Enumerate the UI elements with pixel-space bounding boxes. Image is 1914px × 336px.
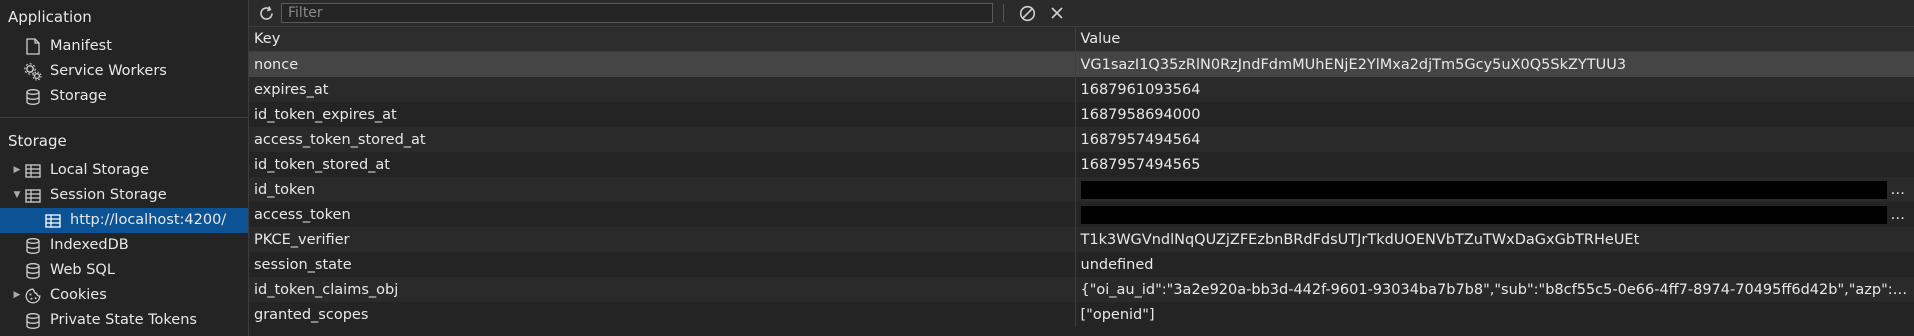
sidebar-item-label: Web SQL [50, 262, 115, 278]
toolbar [249, 0, 1914, 27]
sidebar-item-cookies[interactable]: ▶ Cookies [0, 283, 248, 308]
value-cell[interactable]: 1687957494564 [1074, 127, 1914, 152]
sidebar-item-local-storage[interactable]: ▶ Local Storage [0, 158, 248, 183]
refresh-button[interactable] [253, 0, 279, 26]
sidebar-divider [0, 117, 248, 118]
key-cell[interactable]: nonce [249, 51, 1075, 77]
table-row[interactable]: id_token … [249, 177, 1914, 202]
chevron-right-icon[interactable]: ▶ [10, 283, 24, 308]
sidebar-item-label: Private State Tokens [50, 312, 197, 328]
close-icon [1051, 7, 1063, 19]
database-icon [24, 262, 42, 280]
document-icon [24, 38, 42, 56]
table-icon [44, 212, 62, 230]
key-cell[interactable]: expires_at [249, 77, 1075, 102]
redaction-bar [1080, 180, 1887, 199]
redacted-value: … [1080, 177, 1910, 202]
key-cell[interactable]: id_token_stored_at [249, 152, 1075, 177]
sidebar-item-label: IndexedDB [50, 237, 129, 253]
table-body: nonce VG1sazI1Q35zRlN0RzJndFdmMUhENjE2YlM… [249, 51, 1914, 327]
refresh-icon [259, 5, 273, 20]
table-row[interactable]: id_token_expires_at 1687958694000 [249, 102, 1914, 127]
sidebar-item-storage-overview[interactable]: Storage [0, 84, 248, 109]
table-row[interactable]: access_token … [249, 202, 1914, 227]
sidebar-item-label: Cookies [50, 287, 107, 303]
key-cell[interactable]: granted_scopes [249, 302, 1075, 327]
value-cell[interactable]: 1687958694000 [1074, 102, 1914, 127]
sidebar-item-private-state-tokens[interactable]: Private State Tokens [0, 308, 248, 333]
table-icon [24, 187, 42, 205]
key-cell[interactable]: id_token_claims_obj [249, 277, 1075, 302]
ellipsis: … [1890, 181, 1906, 198]
value-cell[interactable]: 1687961093564 [1074, 77, 1914, 102]
value-column-header[interactable]: Value [1074, 27, 1914, 52]
key-cell[interactable]: id_token [249, 177, 1075, 202]
key-cell[interactable]: PKCE_verifier [249, 227, 1075, 252]
sidebar-item-label: http://localhost:4200/ [70, 212, 227, 228]
sidebar-item-indexeddb[interactable]: IndexedDB [0, 233, 248, 258]
chevron-right-icon[interactable]: ▶ [10, 158, 24, 183]
value-cell[interactable]: undefined [1074, 252, 1914, 277]
key-cell[interactable]: access_token_stored_at [249, 127, 1075, 152]
table-row[interactable]: id_token_stored_at 1687957494565 [249, 152, 1914, 177]
table-row[interactable]: nonce VG1sazI1Q35zRlN0RzJndFdmMUhENjE2YlM… [249, 51, 1914, 77]
value-cell[interactable]: {"oi_au_id":"3a2e920a-bb3d-442f-9601-930… [1074, 277, 1914, 302]
value-cell[interactable]: … [1074, 202, 1914, 227]
table-row[interactable]: expires_at 1687961093564 [249, 77, 1914, 102]
sidebar-item-service-workers[interactable]: Service Workers [0, 59, 248, 84]
ellipsis: … [1890, 206, 1906, 223]
storage-panel: Key Value nonceVG1sazI1Q35zRlN0RzJndFdmM… [249, 0, 1914, 336]
sidebar-item-label: Storage [50, 88, 107, 104]
sidebar-item-web-sql[interactable]: Web SQL [0, 258, 248, 283]
clear-all-button[interactable] [1014, 0, 1040, 26]
value-cell[interactable]: … [1074, 177, 1914, 202]
gears-icon [24, 62, 42, 81]
storage-table: Key Value nonce VG1sazI1Q35zRlN0RzJndFdmM… [249, 27, 1914, 327]
table-row[interactable]: session_state undefined [249, 252, 1914, 277]
sidebar-item-manifest[interactable]: Manifest [0, 34, 248, 59]
database-icon [24, 312, 42, 330]
sidebar: Application Manifest Service Workers Sto… [0, 0, 249, 336]
toolbar-separator [1003, 4, 1004, 22]
application-section-title: Application [8, 8, 92, 26]
storage-section-title: Storage [8, 132, 67, 150]
value-cell[interactable]: VG1sazI1Q35zRlN0RzJndFdmMUhENjE2YlMxa2dj… [1074, 51, 1914, 77]
sidebar-item-label: Local Storage [50, 162, 149, 178]
cookie-icon [24, 287, 42, 305]
sidebar-item-session-storage[interactable]: ▼ Session Storage [0, 183, 248, 208]
sidebar-item-localhost-origin[interactable]: http://localhost:4200/ [0, 208, 248, 233]
block-icon [1019, 5, 1035, 21]
table-icon [24, 162, 42, 180]
key-cell[interactable]: session_state [249, 252, 1075, 277]
table-row[interactable]: access_token_stored_at 1687957494564 [249, 127, 1914, 152]
database-icon [24, 88, 42, 106]
table-row[interactable]: PKCE_verifier T1k3WGVndlNqQUZjZFEzbnBRdFd… [249, 227, 1914, 252]
filter-input[interactable] [281, 3, 993, 23]
redaction-bar [1080, 205, 1887, 224]
chevron-down-icon[interactable]: ▼ [10, 183, 24, 208]
database-icon [24, 237, 42, 255]
sidebar-item-label: Service Workers [50, 63, 167, 79]
delete-selected-button[interactable] [1044, 0, 1070, 26]
sidebar-item-label: Manifest [50, 38, 112, 54]
key-column-header[interactable]: Key [249, 27, 1075, 52]
redacted-value: … [1080, 202, 1910, 227]
sidebar-item-label: Session Storage [50, 187, 167, 203]
table-row[interactable]: granted_scopes ["openid"] [249, 302, 1914, 327]
key-cell[interactable]: id_token_expires_at [249, 102, 1075, 127]
key-cell[interactable]: access_token [249, 202, 1075, 227]
value-cell[interactable]: 1687957494565 [1074, 152, 1914, 177]
value-cell[interactable]: ["openid"] [1074, 302, 1914, 327]
value-cell[interactable]: T1k3WGVndlNqQUZjZFEzbnBRdFdsUTJrTkdUOENV… [1074, 227, 1914, 252]
table-row[interactable]: id_token_claims_obj {"oi_au_id":"3a2e920a… [249, 277, 1914, 302]
